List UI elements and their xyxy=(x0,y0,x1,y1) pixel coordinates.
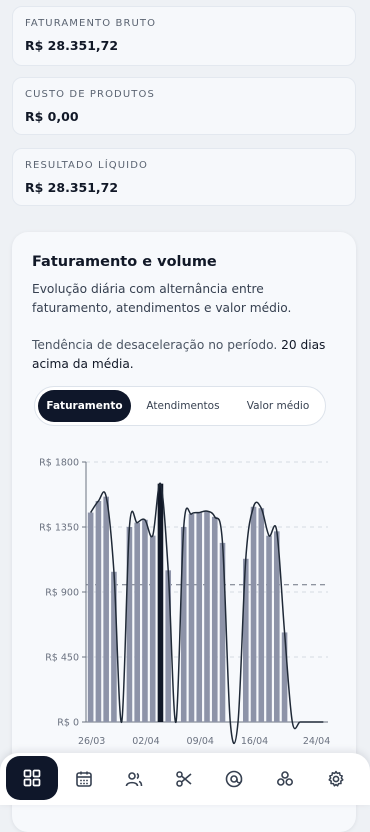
at-sign-icon xyxy=(225,770,243,788)
chart-bar xyxy=(204,511,210,722)
chart-bar xyxy=(87,512,94,722)
chart-bar xyxy=(211,516,218,722)
nav-contact[interactable] xyxy=(212,759,256,799)
circles-icon xyxy=(277,771,293,786)
bottom-nav xyxy=(0,753,370,805)
nav-groups[interactable] xyxy=(263,759,307,799)
dashboard-icon xyxy=(23,769,41,787)
chart-bar xyxy=(196,512,203,722)
x-tick-label: 02/04 xyxy=(132,736,159,747)
y-tick-label: R$ 1800 xyxy=(39,458,79,469)
chart-bar xyxy=(95,501,102,722)
scissors-icon xyxy=(176,771,192,787)
y-tick-label: R$ 0 xyxy=(57,718,79,729)
x-tick-label: 24/04 xyxy=(303,736,330,747)
settings-icon xyxy=(328,770,344,787)
nav-services[interactable] xyxy=(162,759,206,799)
y-tick-label: R$ 900 xyxy=(45,588,79,599)
chart-bar xyxy=(281,632,288,722)
chart-bar xyxy=(103,496,109,722)
nav-settings[interactable] xyxy=(314,759,358,799)
x-tick-label: 16/04 xyxy=(241,736,268,747)
chart-bar xyxy=(188,514,195,722)
x-tick-label: 26/03 xyxy=(78,736,105,747)
y-tick-label: R$ 1350 xyxy=(39,523,79,534)
chart-bar xyxy=(165,570,172,722)
nav-clients[interactable] xyxy=(112,759,156,799)
chart-bar xyxy=(134,522,140,722)
chart-bar xyxy=(258,508,265,722)
nav-dashboard[interactable] xyxy=(6,756,58,800)
chart-bar xyxy=(142,519,148,722)
chart-bar xyxy=(250,506,257,722)
chart-bar xyxy=(149,535,156,722)
chart-bar xyxy=(157,483,164,722)
x-tick-label: 09/04 xyxy=(187,736,214,747)
chart-bar xyxy=(111,571,117,722)
calendar-icon xyxy=(76,771,92,787)
revenue-chart: R$ 0 R$ 450 R$ 900 R$ 1350 R$ 1800 26/03 02/04… xyxy=(39,458,330,748)
y-tick-label: R$ 450 xyxy=(45,653,79,664)
users-icon xyxy=(125,772,143,787)
chart-bar xyxy=(266,535,272,722)
nav-calendar[interactable] xyxy=(62,759,106,799)
